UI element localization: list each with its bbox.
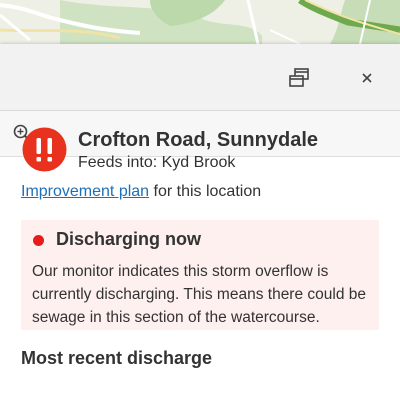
recent-discharge-heading: Most recent discharge xyxy=(21,348,213,368)
restore-window-icon[interactable] xyxy=(286,66,312,90)
exclamation-alert-icon xyxy=(22,127,67,172)
status-panel: Discharging now Our monitor indicates th… xyxy=(21,220,379,330)
panel-header xyxy=(0,44,400,111)
improvement-plan-link[interactable]: Improvement plan xyxy=(21,183,149,200)
feeds-into-text: Feeds into: Kyd Brook xyxy=(78,154,236,171)
status-description: Our monitor indicates this storm overflo… xyxy=(32,263,366,326)
plan-suffix-text: for this location xyxy=(149,183,262,200)
status-title: Discharging now xyxy=(56,229,202,249)
improvement-plan-line: Improvement plan for this location xyxy=(21,183,261,201)
site-title: Crofton Road, Sunnydale xyxy=(78,129,318,151)
close-icon[interactable] xyxy=(355,66,379,90)
map-view[interactable] xyxy=(0,0,400,44)
map-tiles xyxy=(0,0,400,44)
status-dot-icon xyxy=(33,235,44,246)
